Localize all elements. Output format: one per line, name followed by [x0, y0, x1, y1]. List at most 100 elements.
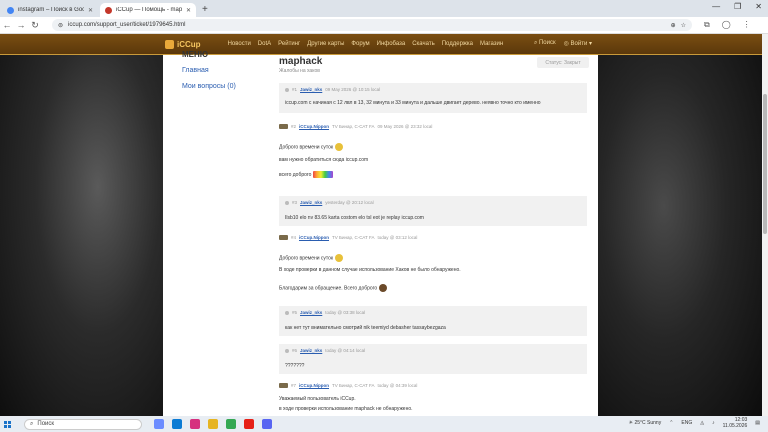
main-menu: Новости DotA Рейтинг Другие карты Форум …: [228, 41, 504, 47]
page-scrollbar[interactable]: [762, 34, 768, 416]
message-date: today @ 04:14 local: [325, 348, 366, 353]
volume-icon[interactable]: ♪: [712, 420, 715, 426]
new-tab-button[interactable]: +: [202, 3, 208, 17]
bookmark-star-icon[interactable]: ☆: [681, 22, 686, 29]
file-explorer-icon[interactable]: [208, 419, 218, 429]
pin-icon: [285, 87, 289, 92]
message-text: как нет тут внимательно смотрий nik teem…: [285, 325, 446, 331]
pin-icon: [285, 310, 289, 315]
start-button[interactable]: [4, 420, 18, 428]
profile-icon[interactable]: ◯: [722, 20, 731, 30]
author-link[interactable]: iCCup.Nippon: [299, 124, 329, 129]
back-icon[interactable]: ←: [0, 20, 14, 30]
taskbar-search[interactable]: ⌕ Поиск: [24, 418, 142, 430]
message-date: yesterday @ 20:12 local: [325, 200, 374, 205]
pinned-apps: [154, 419, 272, 429]
tab-google[interactable]: instagram – Поиск в Google ✕: [2, 3, 98, 17]
iccup-logo-icon: [165, 39, 174, 49]
background-artwork-left: [0, 34, 163, 416]
clock[interactable]: 12:03 11.05.2026: [723, 417, 748, 429]
author-link[interactable]: iCCup.Nippon: [299, 383, 329, 388]
task-view-icon[interactable]: [154, 419, 164, 429]
menu-link-my-questions[interactable]: Мои вопросы (0): [182, 83, 236, 90]
scrollbar-thumb[interactable]: [763, 94, 767, 234]
clock-date: 11.05.2026: [722, 423, 748, 429]
message-date: today @ 03:38 local: [325, 310, 366, 315]
site-navbar: iCCup Новости DotA Рейтинг Другие карты …: [0, 34, 762, 55]
extensions-icon[interactable]: ⧉: [704, 20, 710, 30]
menu-kebab-icon[interactable]: ⋮: [743, 20, 751, 30]
author-link[interactable]: Jawiz_nks: [300, 310, 322, 315]
language-indicator[interactable]: ENG: [681, 420, 692, 426]
nav-download[interactable]: Скачать: [412, 41, 435, 47]
message-text: iccup.com с начиная с 12 лвл в 13, 32 ми…: [285, 100, 541, 106]
tray-chevron-icon[interactable]: ⌃: [669, 420, 673, 426]
emoji-icon: [335, 143, 344, 151]
message-number: #1: [292, 87, 298, 92]
message-number: #5: [292, 310, 298, 315]
message-item: #2 iCCup.Nippon TV Бинар, С-САТ FA 09 May 2…: [279, 124, 587, 178]
message-date: 09 May 2026 @ 10:15 local: [325, 87, 381, 92]
message-item: #3 Jawiz_nks yesterday @ 20:12 local Ilsb1…: [279, 196, 587, 226]
emoji-icon: [335, 254, 344, 262]
nav-other-maps[interactable]: Другие карты: [307, 41, 344, 47]
message-item: #5 Jawiz_nks today @ 03:38 local как нет т…: [279, 306, 587, 336]
forward-icon[interactable]: →: [14, 20, 28, 30]
nav-news[interactable]: Новости: [228, 41, 251, 47]
site-search-button[interactable]: ⌕ Поиск: [534, 40, 556, 47]
close-icon[interactable]: ✕: [186, 7, 191, 14]
left-menu-header: МЕНЮ: [182, 50, 209, 59]
url-field[interactable]: ⊜ iccup.com/support_user/ticket/1979645.…: [52, 19, 692, 31]
youtube-icon[interactable]: [244, 419, 254, 429]
reload-icon[interactable]: ↻: [28, 20, 42, 31]
message-number: #6: [292, 348, 298, 353]
status-badge: Статус: Закрыт: [537, 57, 589, 68]
author-link[interactable]: Jawiz_nks: [300, 87, 322, 92]
edge-icon[interactable]: [172, 419, 182, 429]
close-icon[interactable]: ✕: [88, 7, 93, 14]
avatar: [279, 124, 288, 129]
content-panel: МЕНЮ Главная Мои вопросы (0) maphack Жал…: [163, 50, 598, 416]
nav-forum[interactable]: Форум: [351, 41, 369, 47]
message-number: #7: [291, 383, 297, 388]
maximize-icon[interactable]: ❐: [734, 2, 741, 11]
minimize-icon[interactable]: —: [712, 2, 720, 11]
chrome-icon[interactable]: [226, 419, 236, 429]
message-text: Ilsb10 elo nv 83.65 karta costom elo tsl…: [285, 215, 424, 221]
message-text: Уважаемый пользователь iCCup.: [279, 396, 356, 402]
pin-icon: [285, 348, 289, 353]
nav-dota[interactable]: DotA: [258, 41, 271, 47]
windows-logo-icon: [4, 420, 18, 428]
weather-icon[interactable]: ☀ 25°C Sunny: [629, 420, 662, 426]
iccup-favicon-icon: [105, 6, 112, 14]
nav-support[interactable]: Поддержка: [442, 41, 473, 47]
zoom-icon[interactable]: ⊕: [671, 22, 676, 29]
discord-icon[interactable]: [262, 419, 272, 429]
system-tray: ☀ 25°C Sunny ⌃ ENG ◬ ♪ 12:03 11.05.2026 …: [629, 417, 760, 429]
close-window-icon[interactable]: ✕: [755, 2, 762, 11]
site-logo[interactable]: iCCup: [165, 39, 201, 49]
author-link[interactable]: Jawiz_nks: [300, 348, 322, 353]
network-icon[interactable]: ◬: [700, 420, 704, 426]
message-number: #2: [291, 124, 297, 129]
author-role: TV Бинар, С-САТ FA: [332, 235, 375, 240]
author-link[interactable]: Jawiz_nks: [300, 200, 322, 205]
menu-link-home[interactable]: Главная: [182, 67, 209, 74]
tab-title: instagram – Поиск в Google: [18, 7, 84, 13]
author-link[interactable]: iCCup.Nippon: [299, 235, 329, 240]
search-icon: ⌕: [30, 420, 34, 427]
background-artwork-right: [598, 34, 762, 416]
nav-shop[interactable]: Магазин: [480, 41, 503, 47]
site-info-icon[interactable]: ⊜: [58, 22, 63, 29]
page-viewport: iCCup Новости DotA Рейтинг Другие карты …: [0, 34, 768, 416]
notifications-icon[interactable]: ▤: [755, 420, 760, 426]
ticket-category: Жалобы на хаков: [279, 68, 320, 74]
tab-iccup[interactable]: iCCup — Помощь - maphack ✕: [100, 3, 196, 17]
message-text: Благодарим за обращение. Всего доброго: [279, 285, 378, 292]
nav-infobase[interactable]: Инфобаза: [377, 41, 406, 47]
instagram-icon[interactable]: [190, 419, 200, 429]
avatar: [279, 383, 288, 388]
login-button[interactable]: ◎ Войти ▾: [564, 40, 592, 47]
ticket-title: maphack: [279, 56, 323, 67]
nav-rating[interactable]: Рейтинг: [278, 41, 300, 47]
